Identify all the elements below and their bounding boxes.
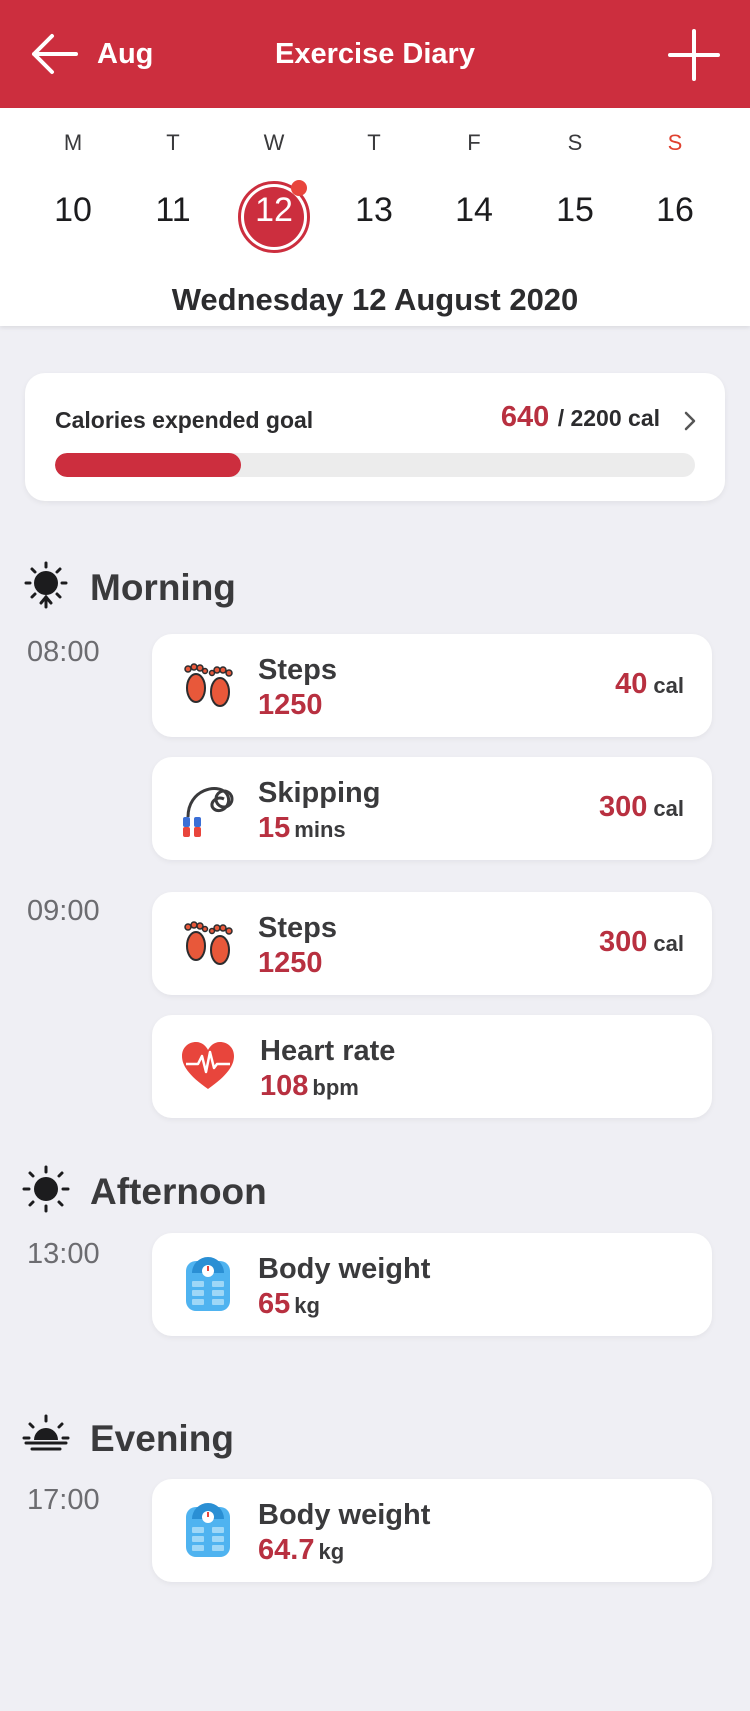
calories-unit: cal	[653, 931, 684, 956]
time-label: 08:00	[27, 636, 100, 668]
entry-card-steps[interactable]: Steps 1250 300 cal	[152, 892, 712, 995]
week-calendar: M T W T F S S 10 11 13 14 15 16 Wednesda…	[0, 108, 750, 326]
entry-metric: 15 mins	[258, 812, 346, 845]
page-title: Exercise Diary	[275, 38, 475, 70]
entry-metric: 108 bpm	[260, 1070, 359, 1103]
calories-value: 300	[599, 791, 648, 823]
weekday-label: W	[263, 130, 285, 155]
day-number[interactable]: 13	[334, 191, 414, 230]
entry-name: Steps	[258, 654, 337, 686]
sunrise-icon	[24, 561, 68, 609]
weekday-label-sunday: S	[667, 130, 683, 155]
entry-calories: 40 cal	[615, 668, 684, 701]
section-evening: Evening	[0, 1408, 750, 1468]
entry-metric: 64.7 kg	[258, 1534, 344, 1567]
entry-unit: kg	[318, 1539, 345, 1564]
app-header: Aug Exercise Diary	[0, 0, 750, 108]
weight-scale-icon	[186, 1503, 230, 1557]
selected-day-number[interactable]: 12	[238, 191, 310, 230]
weekday-label: T	[166, 130, 180, 155]
section-afternoon: Afternoon	[0, 1161, 750, 1221]
day-number[interactable]: 11	[133, 191, 213, 230]
entry-name: Body weight	[258, 1253, 431, 1285]
entry-calories: 300 cal	[599, 791, 684, 824]
time-label: 09:00	[27, 895, 100, 927]
entry-card-body-weight[interactable]: Body weight 65 kg	[152, 1233, 712, 1336]
entry-card-skipping[interactable]: Skipping 15 mins 300 cal	[152, 757, 712, 860]
entry-name: Body weight	[258, 1499, 431, 1531]
entry-unit: mins	[294, 817, 346, 842]
entry-unit: bpm	[312, 1075, 359, 1100]
day-number[interactable]: 10	[33, 191, 113, 230]
section-title: Afternoon	[90, 1171, 267, 1212]
footprints-icon	[184, 921, 233, 965]
entry-unit: kg	[294, 1293, 320, 1318]
entry-value: 15	[258, 812, 291, 844]
footprints-icon	[184, 663, 233, 707]
heart-rate-icon	[182, 1042, 234, 1089]
calorie-goal-card[interactable]: Calories expended goal 640 / 2200 cal	[25, 373, 725, 501]
weekday-label: F	[467, 130, 481, 155]
entry-card-heart-rate[interactable]: Heart rate 108 bpm	[152, 1015, 712, 1118]
weight-scale-icon	[186, 1257, 230, 1311]
goal-value: 640	[500, 401, 550, 433]
entry-name: Heart rate	[260, 1035, 396, 1067]
goal-progress-fill	[55, 453, 241, 477]
entry-card-body-weight[interactable]: Body weight 64.7 kg	[152, 1479, 712, 1582]
entry-metric: 65 kg	[258, 1288, 320, 1321]
time-label: 13:00	[27, 1238, 100, 1270]
weekday-label: T	[367, 130, 381, 155]
jump-rope-icon	[183, 787, 234, 837]
day-number[interactable]: 15	[535, 191, 615, 230]
goal-label: Calories expended goal	[55, 407, 314, 433]
section-title: Morning	[90, 567, 236, 608]
day-number[interactable]: 16	[635, 191, 715, 230]
chevron-right-icon	[684, 411, 696, 431]
entry-name: Steps	[258, 912, 337, 944]
entry-indicator-dot	[291, 180, 307, 196]
entry-metric: 1250	[258, 947, 323, 980]
selected-date-label: Wednesday 12 August 2020	[171, 282, 579, 317]
calories-value: 40	[615, 668, 648, 700]
entry-value: 1250	[258, 689, 323, 721]
entry-value: 65	[258, 1288, 291, 1320]
plus-icon[interactable]	[668, 29, 720, 81]
entry-name: Skipping	[258, 777, 381, 809]
entry-value: 108	[260, 1070, 309, 1102]
calories-unit: cal	[653, 796, 684, 821]
goal-progress-bar	[55, 453, 695, 477]
entry-value: 1250	[258, 947, 323, 979]
time-label: 17:00	[27, 1484, 100, 1516]
day-number[interactable]: 14	[434, 191, 514, 230]
entry-card-steps[interactable]: Steps 1250 40 cal	[152, 634, 712, 737]
calories-unit: cal	[653, 673, 684, 698]
entry-value: 64.7	[258, 1534, 315, 1566]
entry-metric: 1250	[258, 689, 323, 722]
section-morning: Morning	[0, 557, 750, 617]
entry-calories: 300 cal	[599, 926, 684, 959]
weekday-label: S	[567, 130, 583, 155]
weekday-label: M	[63, 130, 83, 155]
section-title: Evening	[90, 1418, 234, 1459]
calories-value: 300	[599, 926, 648, 958]
sunset-icon	[22, 1414, 70, 1451]
goal-readout: 640 / 2200 cal	[501, 401, 660, 434]
sun-icon	[22, 1165, 70, 1213]
goal-total: / 2200 cal	[557, 405, 660, 431]
